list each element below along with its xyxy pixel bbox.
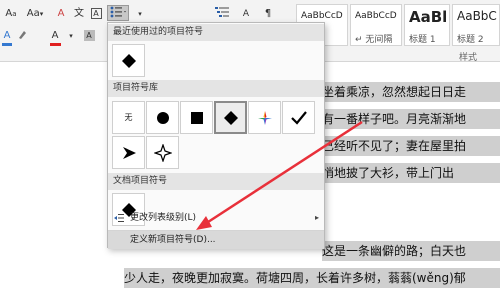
circle-bullet-icon (156, 111, 169, 124)
clear-formatting-button[interactable]: A (52, 6, 70, 22)
bullet-square[interactable] (180, 101, 213, 134)
arrowhead-bullet-icon (122, 146, 136, 159)
highlighter-icon (19, 31, 26, 39)
square-bullet-icon (190, 111, 203, 124)
bullet-library-header: 项目符号库 (108, 80, 324, 97)
doc-line: 坐着乘凉，忽然想起日日走 (322, 82, 500, 102)
char-shading-icon: A (83, 30, 95, 41)
paragraph-mark-icon: ¶ (264, 8, 272, 19)
bullet-checkmark[interactable] (282, 101, 315, 134)
bullet-circle[interactable] (146, 101, 179, 134)
doc-line: 有一番样子吧。月亮渐渐地 (322, 109, 500, 129)
font-color-bar (50, 43, 61, 46)
style-name: ↵ 无间隔 (355, 35, 393, 45)
style-preview: AaBbCcD (355, 11, 397, 21)
doc-line: 少人走，夜晚更加寂寞。荷塘四周，长着许多树，蓊蓊(wěng)郁 (124, 268, 500, 288)
style-no-spacing[interactable]: AaBbCcD ↵ 无间隔 (350, 4, 402, 46)
text-effects-button[interactable]: A (0, 28, 14, 44)
bullet-compass-star[interactable] (248, 101, 281, 134)
define-new-bullet-label: 定义新项目符号(D)... (130, 235, 216, 245)
highlight-button[interactable] (16, 28, 30, 44)
change-case-button[interactable]: Aa▾ (24, 6, 46, 22)
change-case-label: Aa (26, 8, 40, 19)
bullets-dropdown-arrow[interactable]: ▾ (133, 6, 147, 22)
multilevel-list-button[interactable] (212, 6, 232, 22)
sort-button[interactable]: A (238, 6, 254, 22)
define-new-bullet-item[interactable]: 定义新项目符号(D)... (108, 231, 324, 249)
clear-formatting-label: A (57, 8, 65, 19)
bullet-none[interactable]: 无 (112, 101, 145, 134)
shrink-font-sub: a (12, 10, 17, 18)
diamond-bullet-icon (223, 110, 238, 125)
sort-label: A (242, 9, 250, 19)
style-heading-2[interactable]: AaBbC 标题 2 (452, 4, 500, 46)
doc-line: 已经听不见了；妻在屋里拍 (322, 136, 500, 156)
diamond-bullet-icon (121, 53, 136, 68)
shrink-font-button[interactable]: Aa (2, 6, 20, 22)
style-heading-1[interactable]: AaBl 标题 1 (404, 4, 450, 46)
text-effects-color-bar (2, 43, 12, 46)
doc-line: 这是一条幽僻的路；白天也 (322, 241, 500, 261)
four-point-star-bullet-icon (153, 143, 172, 162)
font-color-dropdown[interactable]: ▾ (66, 28, 76, 44)
bullets-button[interactable] (107, 5, 129, 21)
multilevel-list-icon (215, 7, 229, 17)
none-bullet-label: 无 (124, 113, 133, 122)
bullet-four-point-star[interactable] (146, 136, 179, 169)
char-shading-button[interactable]: A (82, 28, 96, 44)
font-color-button[interactable]: A (48, 28, 62, 44)
style-preview: AaBbCcD (301, 11, 343, 21)
document-bullets-header: 文档项目符号 (108, 173, 324, 190)
bullet-list-icon (110, 6, 126, 18)
change-list-level-item[interactable]: 更改列表级别(L) ▸ (108, 209, 324, 227)
doc-line: 悄地披了大衫，带上门出 (322, 163, 500, 183)
compass-star-bullet-icon (257, 110, 272, 125)
style-name: 标题 1 (409, 35, 436, 45)
enclose-char-button[interactable]: A (88, 6, 104, 22)
pinyin-guide-label: 文 (74, 8, 84, 19)
font-color-label: A (51, 30, 59, 41)
pinyin-guide-button[interactable]: 文 (72, 6, 86, 22)
enclose-char-icon: A (90, 8, 102, 19)
bullet-arrowhead[interactable] (112, 136, 145, 169)
checkmark-bullet-icon (290, 110, 307, 125)
style-preview: AaBbC (457, 9, 497, 23)
style-preview: AaBl (409, 8, 448, 26)
bullet-diamond[interactable] (214, 101, 247, 134)
list-level-icon (114, 214, 124, 222)
text-effects-label: A (3, 30, 11, 41)
bullets-dropdown-menu: 最近使用过的项目符号 项目符号库 无 文档项目符号 更改列表级别(L) ▸ 定义… (107, 22, 325, 249)
show-marks-button[interactable]: ¶ (258, 6, 278, 22)
recent-bullets-header: 最近使用过的项目符号 (108, 24, 324, 41)
recent-bullet-diamond[interactable] (112, 44, 145, 77)
change-list-level-label: 更改列表级别(L) (130, 213, 197, 223)
style-name: 标题 2 (457, 35, 484, 45)
submenu-arrow-icon: ▸ (314, 213, 319, 222)
